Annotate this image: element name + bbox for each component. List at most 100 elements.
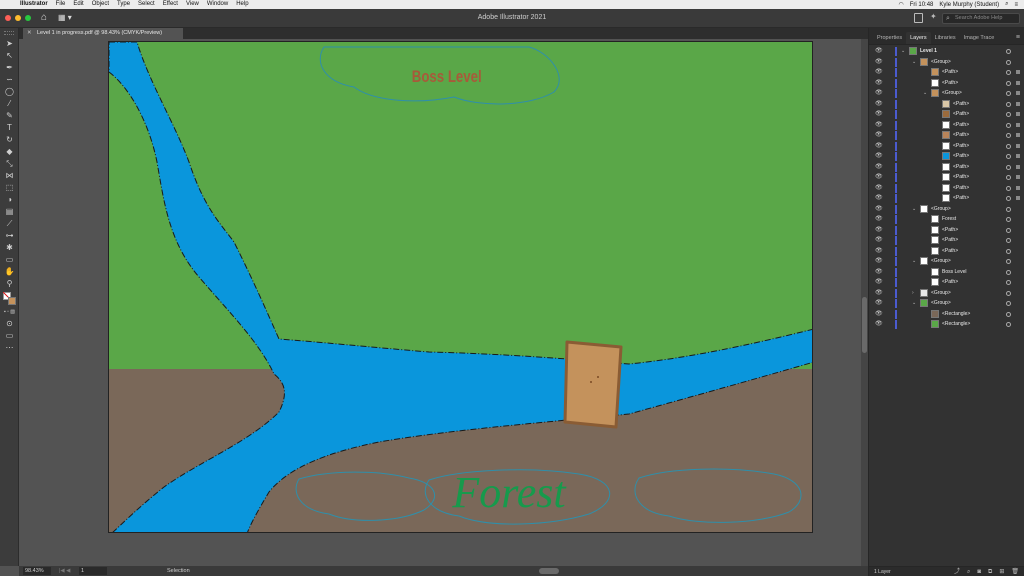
selection-indicator[interactable] [1016,80,1020,85]
level-artwork[interactable]: Boss Level Forest [109,42,813,533]
layer-row[interactable]: 👁 ⌄ <Group> [869,204,1024,215]
chevron-down-icon[interactable]: ⌄ [912,205,918,214]
menu-effect[interactable]: Effect [159,0,182,9]
selection-indicator[interactable] [1016,91,1020,95]
visibility-eye-icon[interactable]: 👁 [875,185,883,191]
hand-tool-icon[interactable]: ✋ [0,266,19,278]
target-circle[interactable] [1006,248,1011,254]
visibility-eye-icon[interactable]: 👁 [875,248,883,254]
visibility-eye-icon[interactable]: 👁 [875,80,883,86]
clip-mask-icon[interactable]: ◙ [977,567,981,576]
selection-indicator[interactable] [1016,154,1020,158]
layer-row[interactable]: 👁 ⌄ <Group> [869,57,1024,68]
lock-toggle[interactable] [885,288,893,298]
ellipse-tool-icon[interactable]: ◯ [0,86,19,98]
target-circle[interactable] [1006,238,1011,243]
layer-row[interactable]: 👁 <Path> [869,151,1024,162]
lock-toggle[interactable] [885,204,893,214]
artboard-nav-prev[interactable]: |◀ ◀ [59,566,70,576]
lock-toggle[interactable] [885,120,893,130]
lock-toggle[interactable] [885,319,893,329]
chevron-down-icon[interactable]: ⌄ [923,89,929,98]
shape-builder-tool-icon[interactable]: ◑ [0,194,19,206]
more-tools-icon[interactable]: ⋯ [0,342,19,354]
bridge-group[interactable] [563,340,623,429]
menu-select[interactable]: Select [134,0,159,9]
lock-toggle[interactable] [885,151,893,161]
eraser-tool-icon[interactable]: ◆ [0,146,19,158]
lock-toggle[interactable] [885,99,893,109]
bridge-plank[interactable] [563,340,623,429]
target-circle[interactable] [1006,280,1011,285]
layer-row[interactable]: 👁 Boss Level [869,267,1024,278]
selection-indicator[interactable] [1016,143,1020,148]
zoom-level-field[interactable]: 98.43% [23,567,51,575]
lock-toggle[interactable] [885,141,893,151]
visibility-eye-icon[interactable]: 👁 [875,143,883,149]
lock-toggle[interactable] [885,46,893,56]
visibility-eye-icon[interactable]: 👁 [875,164,883,170]
layer-row[interactable]: 👁 <Path> [869,183,1024,194]
target-circle[interactable] [1006,49,1011,54]
control-center-icon[interactable]: ≡ [1014,2,1018,8]
symbol-sprayer-tool-icon[interactable]: ✱ [0,242,19,254]
layer-row[interactable]: 👁 <Path> [869,246,1024,257]
type-tool-icon[interactable]: T [0,122,19,134]
target-circle[interactable] [1006,80,1011,86]
chevron-down-icon[interactable]: ⌄ [912,299,918,308]
selection-indicator[interactable] [1016,196,1020,200]
target-circle[interactable] [1006,206,1011,212]
visibility-eye-icon[interactable]: 👁 [875,216,883,222]
target-circle[interactable] [1006,322,1011,327]
lock-toggle[interactable] [885,246,893,256]
chevron-right-icon[interactable]: › [912,289,918,298]
selection-indicator[interactable] [1016,133,1020,137]
target-circle[interactable] [1006,122,1011,128]
free-transform-tool-icon[interactable]: ⬚ [0,182,19,194]
layer-row[interactable]: 👁 ⌄ <Group> [869,88,1024,99]
visibility-eye-icon[interactable]: 👁 [875,111,883,117]
layer-row[interactable]: 👁 <Path> [869,172,1024,183]
export-icon[interactable]: ⤴ [954,567,960,576]
lock-toggle[interactable] [885,298,893,308]
chevron-down-icon[interactable]: ⌄ [901,47,907,56]
search-icon[interactable]: ⌕ [1005,1,1008,8]
layer-row[interactable]: 👁 ⌄ Level 1 [869,46,1024,57]
lock-toggle[interactable] [885,130,893,140]
visibility-eye-icon[interactable]: 👁 [875,321,883,327]
menu-file[interactable]: File [52,0,70,9]
visibility-eye-icon[interactable]: 👁 [875,69,883,75]
layer-row[interactable]: 👁 <Path> [869,235,1024,246]
visibility-eye-icon[interactable]: 👁 [875,311,883,317]
menu-help[interactable]: Help [232,0,252,9]
selection-tool-icon[interactable]: ➤ [0,38,19,50]
lock-toggle[interactable] [885,277,893,287]
lock-toggle[interactable] [885,162,893,172]
layer-row[interactable]: 👁 <Path> [869,109,1024,120]
visibility-eye-icon[interactable]: 👁 [875,59,883,65]
screen-mode-icon[interactable]: ▭ [0,330,19,342]
menu-object[interactable]: Object [88,0,113,9]
layer-row[interactable]: 👁 <Path> [869,78,1024,89]
target-circle[interactable] [1006,259,1011,264]
panel-menu-icon[interactable]: ≡ [1016,32,1020,44]
target-circle[interactable] [1006,133,1011,138]
visibility-eye-icon[interactable]: 👁 [875,290,883,296]
target-circle[interactable] [1006,164,1011,170]
draw-mode-icon[interactable]: ⊙ [0,318,19,330]
color-mode-icons[interactable]: ▪ ▫ ▨ [0,306,19,318]
tab-image-trace[interactable]: Image Trace [960,32,999,44]
menu-app-name[interactable]: Illustrator [16,0,52,9]
grass-rectangle[interactable] [109,42,813,372]
close-tab-icon[interactable]: ✕ [27,28,32,39]
lock-toggle[interactable] [885,57,893,67]
rotate-tool-icon[interactable]: ↻ [0,134,19,146]
lock-toggle[interactable] [885,172,893,182]
visibility-eye-icon[interactable]: 👁 [875,206,883,212]
lock-toggle[interactable] [885,67,893,77]
target-circle[interactable] [1006,290,1011,296]
target-circle[interactable] [1006,59,1011,65]
chevron-down-icon[interactable]: ⌄ [912,257,918,266]
target-circle[interactable] [1006,217,1011,222]
layer-row[interactable]: 👁 <Path> [869,67,1024,78]
